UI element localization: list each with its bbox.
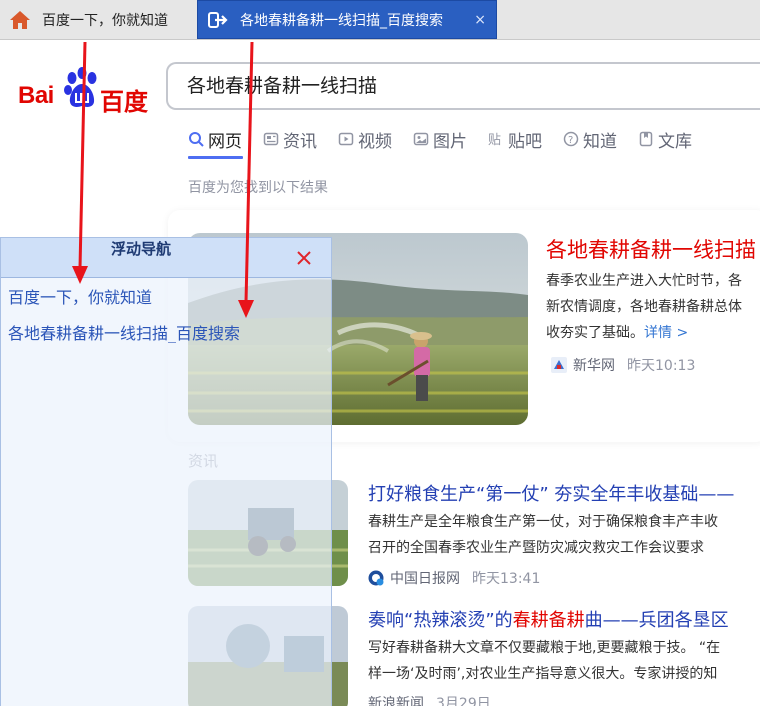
result-title-link[interactable]: 各地春耕备耕一线扫描 (546, 234, 756, 264)
floating-nav-link[interactable]: 各地春耕备耕一线扫描_百度搜索 (8, 320, 240, 344)
snippet-text: 收夯实了基础。 (546, 325, 644, 341)
tab-title: 各地春耕备耕一线扫描_百度搜索 (240, 12, 443, 29)
baidu-logo[interactable]: Bai 百度 (18, 62, 150, 116)
tab-news[interactable]: 资讯 (263, 124, 317, 154)
wenku-icon (638, 131, 654, 147)
video-icon (338, 131, 354, 147)
snippet-line: 春耕生产是全年粮食生产第一仗，对于确保粮食丰产丰收 (368, 514, 718, 530)
title-text: 曲——兵团各垦区 (584, 610, 729, 631)
tab-web[interactable]: 网页 (188, 124, 242, 154)
tab-search-results[interactable]: 各地春耕备耕一线扫描_百度搜索 × (197, 0, 497, 39)
result-source: 中国日报网 昨天13:41 (368, 568, 540, 588)
snippet-line: 样一场‘及时雨’,对农业生产指导意义很大。专家讲授的知 (368, 666, 718, 682)
snippet-line: 召开的全国春季农业生产暨防灾减灾救灾工作会议要求 (368, 540, 704, 556)
title-highlight: 春耕备耕 (512, 610, 585, 631)
zhidao-icon: ? (563, 131, 579, 147)
xinhua-icon (551, 357, 567, 373)
tab-video[interactable]: 视频 (338, 124, 392, 154)
tab-label: 资讯 (283, 131, 317, 152)
tab-label: 视频 (358, 131, 392, 152)
tab-tieba[interactable]: 贴 贴吧 (488, 124, 542, 154)
source-time: 3月29日 (436, 696, 491, 706)
image-icon (413, 131, 429, 147)
search-input[interactable]: 各地春耕备耕一线扫描 (166, 62, 760, 110)
result-title-link[interactable]: 奏响“热辣滚烫”的春耕备耕曲——兵团各垦区 (368, 606, 729, 632)
home-icon (8, 8, 32, 32)
result-source: 新浪新闻 3月29日 (368, 693, 491, 706)
tab-label: 网页 (208, 131, 242, 152)
result-snippet: 写好春耕备耕大文章不仅要藏粮于地,更要藏粮于技。 “在 样一场‘及时雨’,对农业… (368, 635, 760, 687)
source-time: 昨天10:13 (627, 358, 696, 374)
details-link[interactable]: 详情 > (644, 325, 688, 341)
browser-tab-strip: 百度一下，你就知道 各地春耕备耕一线扫描_百度搜索 × (0, 0, 760, 40)
tab-baidu-home[interactable]: 百度一下，你就知道 (0, 0, 196, 39)
tab-close-button[interactable]: × (474, 12, 486, 28)
result-source: 新华网 昨天10:13 (551, 355, 695, 375)
logo-text-cn: 百度 (100, 88, 148, 116)
floating-nav-link[interactable]: 百度一下，你就知道 (8, 284, 152, 308)
source-time: 昨天13:41 (472, 571, 541, 587)
svg-text:贴: 贴 (488, 133, 501, 147)
snippet-line: 新农情调度，各地春耕备耕总体 (546, 299, 742, 315)
logo-text: Bai (18, 82, 54, 109)
tab-title: 百度一下，你就知道 (42, 12, 168, 29)
floating-nav-title: 浮动导航 (110, 240, 171, 258)
news-icon (263, 131, 279, 147)
tab-label: 文库 (658, 131, 692, 152)
svg-text:?: ? (568, 135, 573, 146)
close-icon[interactable] (293, 247, 315, 269)
tab-zhidao[interactable]: ? 知道 (563, 124, 617, 154)
tab-label: 贴吧 (508, 131, 542, 152)
floating-nav-header[interactable]: 浮动导航 (1, 238, 331, 278)
title-text: 奏响“热辣滚烫”的 (368, 610, 513, 631)
search-category-tabs: 网页 资讯 视频 图片 贴 贴吧 ? 知道 文库 (188, 124, 713, 162)
tab-wenku[interactable]: 文库 (638, 124, 692, 154)
result-count-hint: 百度为您找到以下结果 (188, 180, 328, 196)
chinadaily-icon (368, 570, 384, 586)
tab-images[interactable]: 图片 (413, 124, 467, 154)
tab-switch-icon (206, 8, 230, 32)
active-tab-underline (188, 156, 243, 159)
paw-icon (62, 66, 102, 107)
result-title-link[interactable]: 打好粮食生产“第一仗” 夯实全年丰收基础—— (368, 480, 734, 506)
tab-label: 图片 (433, 131, 467, 152)
source-name[interactable]: 新华网 (573, 355, 615, 375)
result-snippet: 春季农业生产进入大忙时节，各 新农情调度，各地春耕备耕总体 收夯实了基础。详情 … (546, 268, 760, 346)
snippet-line: 春季农业生产进入大忙时节，各 (546, 273, 742, 289)
snippet-line: 写好春耕备耕大文章不仅要藏粮于地,更要藏粮于技。 “在 (368, 640, 721, 656)
search-icon (188, 131, 204, 147)
snippet-line: 收夯实了基础。详情 > (546, 320, 760, 346)
source-name[interactable]: 新浪新闻 (368, 696, 424, 706)
result-snippet: 春耕生产是全年粮食生产第一仗，对于确保粮食丰产丰收 召开的全国春季农业生产暨防灾… (368, 509, 760, 561)
tab-label: 知道 (583, 131, 617, 152)
source-name[interactable]: 中国日报网 (390, 568, 460, 588)
tieba-icon: 贴 (488, 131, 504, 147)
